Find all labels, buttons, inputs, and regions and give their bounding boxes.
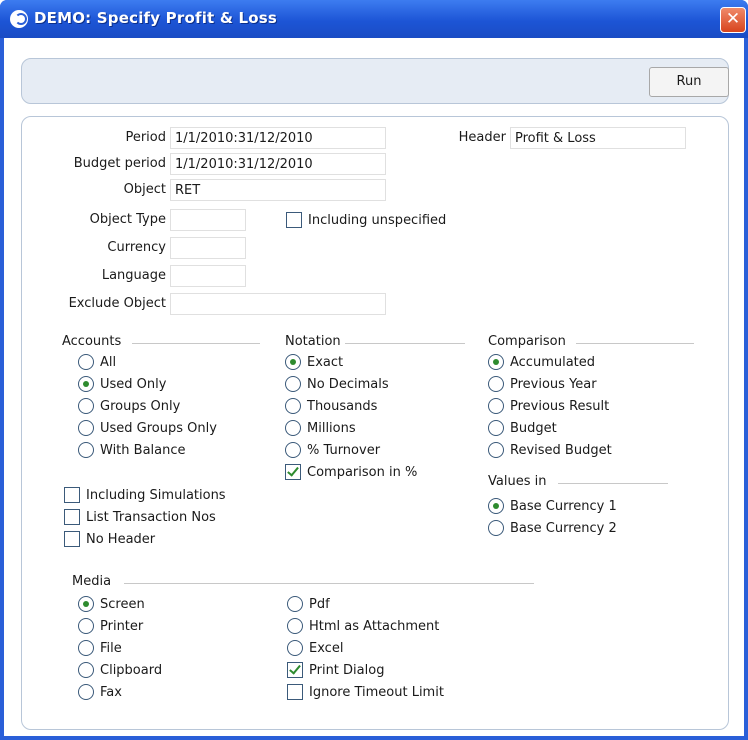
object-label: Object (123, 182, 166, 197)
radio-icon (488, 442, 504, 458)
object-type-label: Object Type (89, 212, 166, 227)
option-label: All (100, 355, 117, 370)
option-label: % Turnover (307, 443, 381, 458)
period-label: Period (125, 130, 166, 145)
radio-icon (287, 596, 303, 612)
budget-period-label: Budget period (73, 156, 166, 171)
checkbox-box-icon (64, 509, 80, 525)
option-label: Used Only (100, 377, 167, 392)
option-label: Previous Year (510, 377, 597, 392)
checkbox-box-icon (64, 531, 80, 547)
option-label: Ignore Timeout Limit (309, 685, 444, 700)
option-label: Fax (100, 685, 122, 700)
values-in-divider (558, 483, 668, 484)
option-label: Previous Result (510, 399, 610, 414)
option-label: Used Groups Only (100, 421, 217, 436)
radio-icon (78, 398, 94, 414)
radio-selected-icon (78, 596, 94, 612)
language-label: Language (101, 268, 166, 283)
run-button[interactable]: Run (649, 67, 729, 97)
option-label: Thousands (307, 399, 378, 414)
window-title: DEMO: Specify Profit & Loss (34, 9, 278, 27)
budget-period-field[interactable]: 1/1/2010:31/12/2010 (170, 153, 386, 175)
radio-icon (78, 640, 94, 656)
option-label: Exact (307, 355, 344, 370)
app-logo-icon (10, 10, 28, 28)
option-label: Base Currency 1 (510, 499, 617, 514)
header-field[interactable]: Profit & Loss (510, 127, 686, 149)
object-type-field[interactable] (170, 209, 246, 231)
radio-icon (78, 442, 94, 458)
radio-selected-icon (488, 498, 504, 514)
values-in-group-title: Values in (488, 474, 547, 489)
option-label: Print Dialog (309, 663, 385, 678)
checkbox-box-icon (286, 212, 302, 228)
exclude-object-field[interactable] (170, 293, 386, 315)
checkbox-box-icon (64, 487, 80, 503)
radio-icon (78, 662, 94, 678)
period-field[interactable]: 1/1/2010:31/12/2010 (170, 127, 386, 149)
close-button[interactable]: ✕ (720, 7, 746, 33)
title-bar[interactable]: DEMO: Specify Profit & Loss ✕ (0, 0, 748, 38)
object-field[interactable]: RET (170, 179, 386, 201)
option-label: Revised Budget (510, 443, 612, 458)
radio-icon (285, 442, 301, 458)
option-label: Accumulated (510, 355, 596, 370)
option-label: With Balance (100, 443, 186, 458)
radio-icon (78, 684, 94, 700)
option-label: No Header (86, 532, 156, 547)
option-label: Printer (100, 619, 144, 634)
radio-icon (285, 420, 301, 436)
radio-icon (488, 520, 504, 536)
comparison-divider (576, 343, 694, 344)
notation-group-title: Notation (285, 334, 341, 349)
toolbar: Run (21, 58, 729, 104)
option-label: Excel (309, 641, 344, 656)
option-label: Pdf (309, 597, 330, 612)
radio-selected-icon (285, 354, 301, 370)
option-label: Clipboard (100, 663, 163, 678)
radio-icon (78, 618, 94, 634)
option-label: Groups Only (100, 399, 181, 414)
accounts-group-title: Accounts (62, 334, 122, 349)
option-label: No Decimals (307, 377, 389, 392)
option-label: Budget (510, 421, 557, 436)
checkbox-checked-icon (287, 662, 303, 678)
radio-icon (285, 376, 301, 392)
dialog-body: Run Period 1/1/2010:31/12/2010 Budget pe… (4, 38, 744, 736)
option-label: Base Currency 2 (510, 521, 617, 536)
option-label: Screen (100, 597, 145, 612)
radio-selected-icon (78, 376, 94, 392)
radio-selected-icon (488, 354, 504, 370)
exclude-object-label: Exclude Object (68, 296, 166, 311)
option-label: Html as Attachment (309, 619, 440, 634)
option-label: Millions (307, 421, 356, 436)
including-unspecified-label: Including unspecified (308, 213, 447, 228)
option-label: File (100, 641, 122, 656)
radio-icon (488, 376, 504, 392)
currency-label: Currency (107, 240, 166, 255)
radio-icon (78, 420, 94, 436)
specification-panel: Period 1/1/2010:31/12/2010 Budget period… (21, 116, 729, 730)
comparison-group-title: Comparison (488, 334, 566, 349)
currency-field[interactable] (170, 237, 246, 259)
option-label: Comparison in % (307, 465, 418, 480)
dialog-window: DEMO: Specify Profit & Loss ✕ Run Period… (0, 0, 748, 740)
radio-icon (285, 398, 301, 414)
language-field[interactable] (170, 265, 246, 287)
option-label: Including Simulations (86, 488, 226, 503)
radio-icon (287, 640, 303, 656)
checkbox-checked-icon (285, 464, 301, 480)
media-divider (124, 583, 534, 584)
radio-icon (488, 420, 504, 436)
option-label: List Transaction Nos (86, 510, 216, 525)
radio-icon (287, 618, 303, 634)
media-group-title: Media (72, 574, 112, 589)
radio-icon (488, 398, 504, 414)
header-label: Header (458, 130, 506, 145)
accounts-divider (132, 343, 260, 344)
radio-icon (78, 354, 94, 370)
checkbox-box-icon (287, 684, 303, 700)
notation-divider (345, 343, 465, 344)
